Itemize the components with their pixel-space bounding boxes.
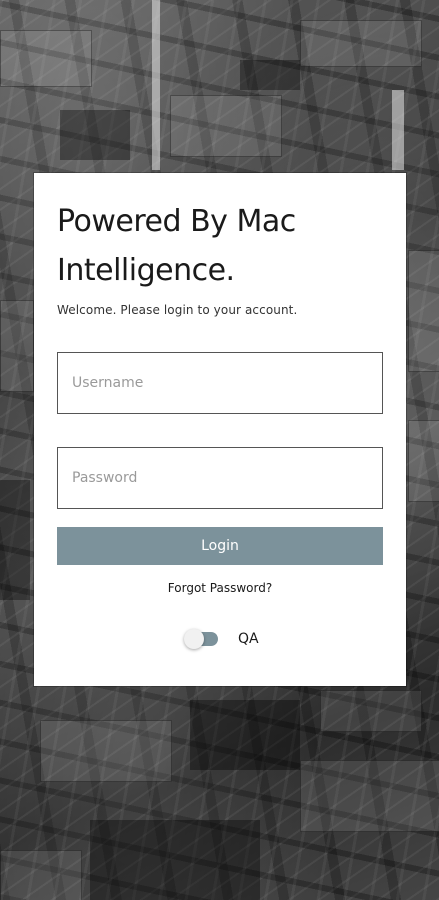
forgot-password-link[interactable]: Forgot Password? <box>34 581 406 595</box>
username-input[interactable] <box>57 352 383 414</box>
environment-toggle-row: QA <box>184 627 259 651</box>
login-button[interactable]: Login <box>57 527 383 565</box>
qa-toggle-label: QA <box>238 631 259 647</box>
qa-toggle-switch[interactable] <box>184 627 218 651</box>
login-card: Powered By Mac Intelligence. Welcome. Pl… <box>34 173 406 686</box>
toggle-thumb <box>184 629 204 649</box>
app-title: Powered By Mac Intelligence. <box>57 204 296 288</box>
welcome-text: Welcome. Please login to your account. <box>57 303 298 317</box>
password-input[interactable] <box>57 447 383 509</box>
